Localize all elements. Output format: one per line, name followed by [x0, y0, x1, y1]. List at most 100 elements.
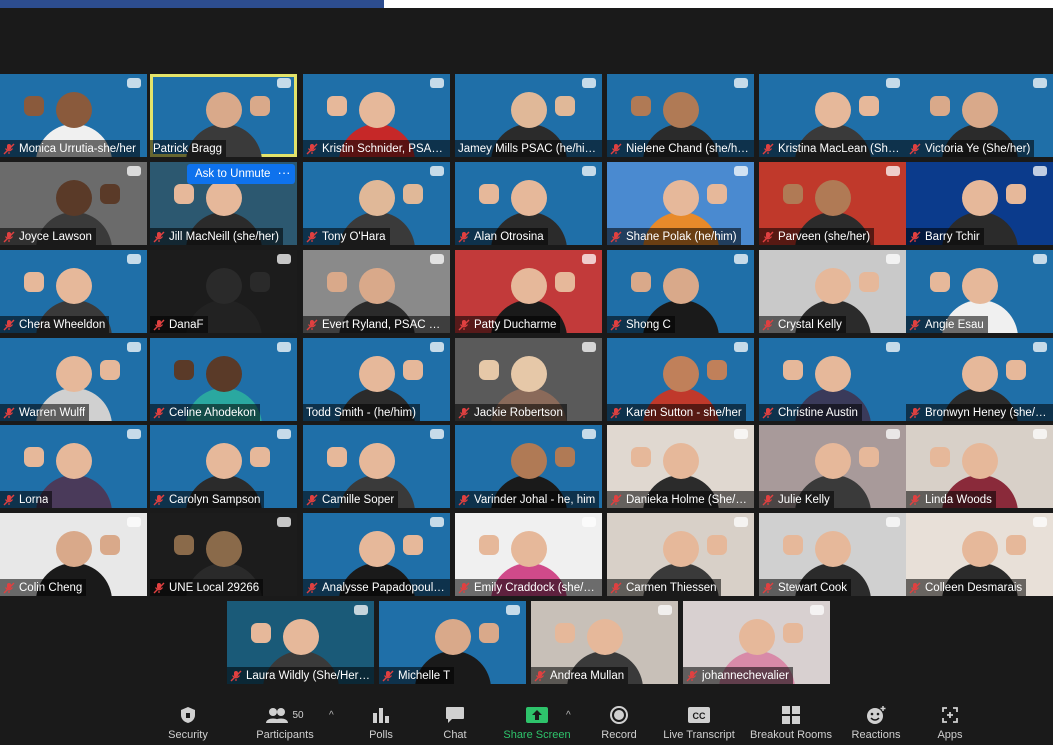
raised-fist	[250, 272, 270, 292]
participant-tile[interactable]: Kristin Schnider, PSAC ...	[303, 74, 450, 157]
participant-tile[interactable]: Linda Woods	[906, 425, 1053, 508]
participant-tile[interactable]: Evert Ryland, PSAC Va...	[303, 250, 450, 333]
participant-tile[interactable]: Shong C	[607, 250, 754, 333]
participant-name: Alan Otrosina	[474, 230, 544, 243]
security-label: Security	[168, 729, 208, 741]
participant-tile[interactable]: Patty Ducharme	[455, 250, 602, 333]
participants-button[interactable]: 50 Participants	[252, 704, 318, 744]
participant-tile[interactable]: Celine Ahodekon	[150, 338, 297, 421]
participant-tile[interactable]: Parveen (she/her)	[759, 162, 906, 245]
participant-tile[interactable]: Barry Tchir	[906, 162, 1053, 245]
participant-tile[interactable]: Lorna	[0, 425, 147, 508]
participant-tile[interactable]: Andrea Mullan	[531, 601, 678, 684]
ask-to-unmute-button[interactable]: Ask to Unmute	[187, 164, 279, 184]
participant-video	[510, 180, 547, 216]
participant-video	[961, 180, 998, 216]
reactions-button[interactable]: Reactions	[850, 704, 902, 744]
chat-button[interactable]: Chat	[436, 704, 474, 744]
participant-name-bar: Julie Kelly	[759, 491, 834, 508]
participant-tile[interactable]: Chera Wheeldon	[0, 250, 147, 333]
participant-tile[interactable]: Angie Esau	[906, 250, 1053, 333]
participant-tile[interactable]: Jackie Robertson	[455, 338, 602, 421]
participant-tile[interactable]: Michelle T	[379, 601, 526, 684]
participant-tile[interactable]: Stewart Cook	[759, 513, 906, 596]
participant-tile[interactable]: Tony O'Hara	[303, 162, 450, 245]
union-logo-icon	[127, 517, 141, 527]
union-logo-icon	[127, 254, 141, 264]
participant-name: DanaF	[169, 318, 204, 331]
participant-name: Colin Cheng	[19, 581, 83, 594]
record-button[interactable]: Record	[597, 704, 641, 744]
muted-mic-icon	[762, 319, 774, 330]
participant-tile[interactable]: Julie Kelly	[759, 425, 906, 508]
participant-tile[interactable]: Karen Sutton - she/her	[607, 338, 754, 421]
participant-tile[interactable]: Christine Austin	[759, 338, 906, 421]
participant-tile[interactable]: Analysse Papadopoulo...	[303, 513, 450, 596]
participant-video	[961, 92, 998, 128]
participant-name-bar: Barry Tchir	[906, 228, 984, 245]
raised-fist	[930, 447, 950, 467]
participants-caret-icon[interactable]: ^	[329, 710, 334, 721]
participant-video	[662, 180, 699, 216]
participant-name-bar: Evert Ryland, PSAC Va...	[303, 316, 450, 333]
union-logo-icon	[1033, 166, 1047, 176]
participant-tile[interactable]: UNE Local 29266	[150, 513, 297, 596]
participant-tile[interactable]: Emily Craddock (she/h...	[455, 513, 602, 596]
polls-button[interactable]: Polls	[362, 704, 400, 744]
participant-tile[interactable]: Victoria Ye (She/her)	[906, 74, 1053, 157]
participant-tile[interactable]: Laura Wildly (She/Her/...	[227, 601, 374, 684]
share-screen-caret-icon[interactable]: ^	[566, 710, 571, 721]
participant-tile[interactable]: Todd Smith - (he/him)	[303, 338, 450, 421]
muted-mic-icon	[686, 670, 698, 681]
breakout-rooms-button[interactable]: Breakout Rooms	[748, 704, 834, 744]
participant-tile[interactable]: Varinder Johal - he, him	[455, 425, 602, 508]
participant-name-bar: Stewart Cook	[759, 579, 852, 596]
participant-tile[interactable]: Warren Wulff	[0, 338, 147, 421]
muted-mic-icon	[762, 143, 774, 154]
raised-fist	[1006, 535, 1026, 555]
polls-label: Polls	[369, 729, 393, 741]
raised-fist	[327, 96, 347, 116]
participant-name: Karen Sutton - she/her	[626, 406, 742, 419]
record-label: Record	[601, 729, 637, 741]
participant-name-bar: Karen Sutton - she/her	[607, 404, 746, 421]
participant-tile[interactable]: Danieka Holme (She/H...	[607, 425, 754, 508]
participant-video	[55, 92, 92, 128]
share-screen-button[interactable]: Share Screen	[502, 704, 572, 744]
raised-fist	[859, 272, 879, 292]
participant-tile[interactable]: Jamey Mills PSAC (he/him...	[455, 74, 602, 157]
raised-fist	[555, 272, 575, 292]
raised-fist	[783, 184, 803, 204]
participant-tile[interactable]: Crystal Kelly	[759, 250, 906, 333]
participant-tile[interactable]: Colleen Desmarais	[906, 513, 1053, 596]
muted-mic-icon	[3, 319, 15, 330]
participant-tile[interactable]: Joyce Lawson	[0, 162, 147, 245]
security-button[interactable]: Security	[166, 704, 210, 744]
participant-tile[interactable]: Nielene Chand (she/he...	[607, 74, 754, 157]
participant-name: Chera Wheeldon	[19, 318, 106, 331]
participant-tile[interactable]: DanaF	[150, 250, 297, 333]
participant-tile[interactable]: Colin Cheng	[0, 513, 147, 596]
more-options-button[interactable]: ···	[273, 164, 295, 184]
muted-mic-icon	[306, 582, 318, 593]
participant-tile[interactable]: johannechevalier	[683, 601, 830, 684]
participant-tile[interactable]: Alan Otrosina	[455, 162, 602, 245]
union-logo-icon	[734, 254, 748, 264]
participant-tile[interactable]: Monica Urrutia-she/her	[0, 74, 147, 157]
live-transcript-button[interactable]: CC Live Transcript	[662, 704, 736, 744]
participant-tile[interactable]: Carmen Thiessen	[607, 513, 754, 596]
participant-tile[interactable]: Patrick Bragg	[150, 74, 297, 157]
participant-tile[interactable]: Camille Soper	[303, 425, 450, 508]
participant-name-bar: Victoria Ye (She/her)	[906, 140, 1035, 157]
raised-fist	[403, 535, 423, 555]
participant-tile[interactable]: Shane Polak (he/him)	[607, 162, 754, 245]
union-logo-icon	[734, 517, 748, 527]
apps-button[interactable]: Apps	[933, 704, 967, 744]
participant-tile[interactable]: Bronwyn Heney (she/h...	[906, 338, 1053, 421]
participant-video	[358, 356, 395, 392]
muted-mic-icon	[153, 407, 165, 418]
participant-tile[interactable]: Kristina MacLean (She/...	[759, 74, 906, 157]
raised-fist	[1006, 360, 1026, 380]
participant-name: Andrea Mullan	[550, 669, 625, 682]
participant-tile[interactable]: Carolyn Sampson	[150, 425, 297, 508]
